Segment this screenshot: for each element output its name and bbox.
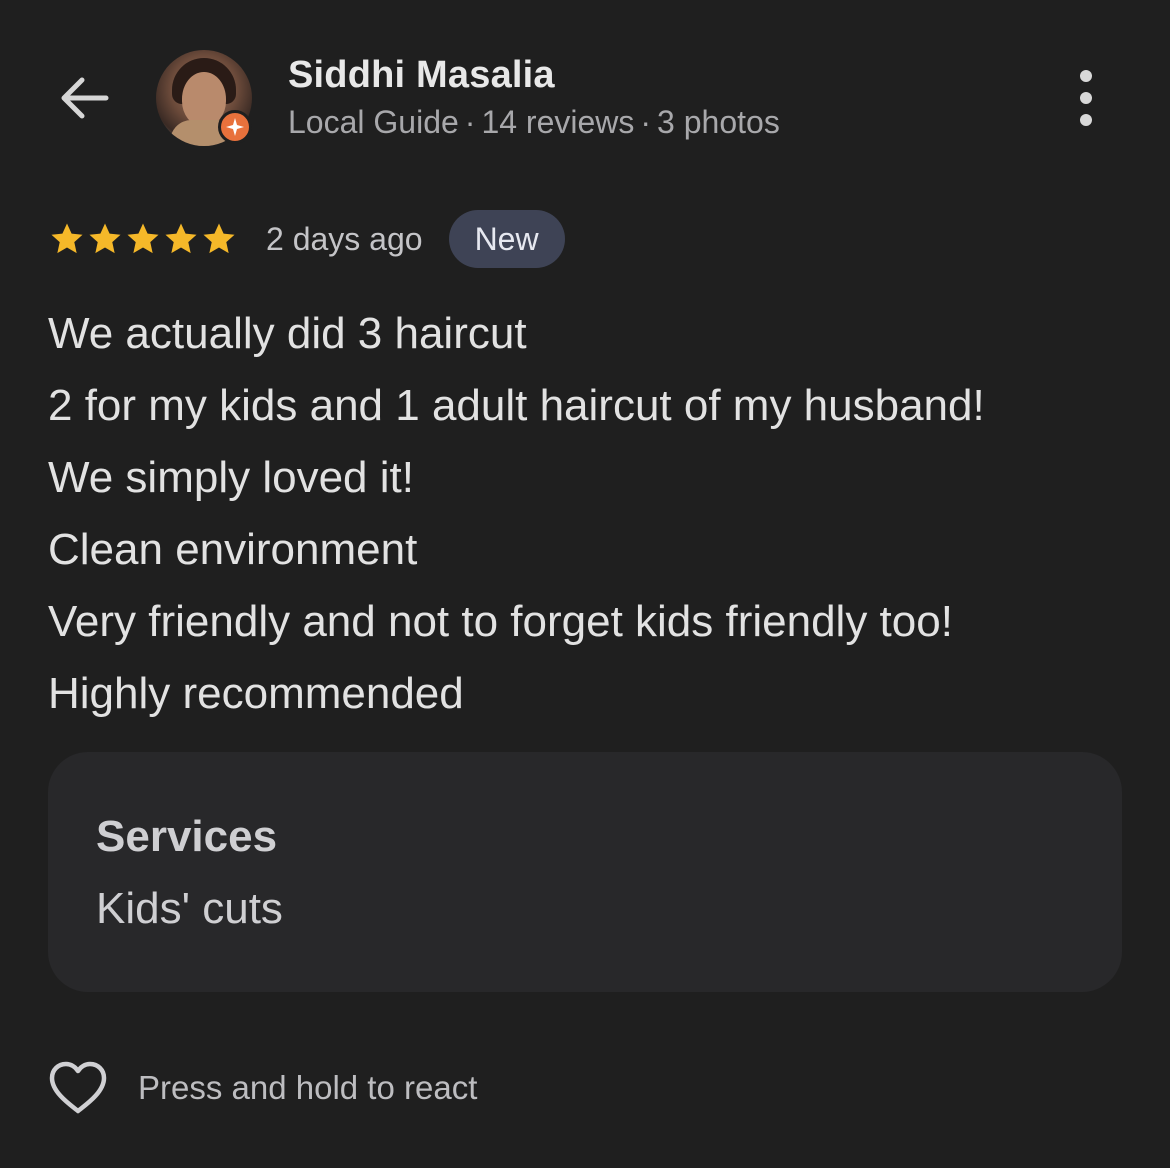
back-button[interactable] [52, 68, 116, 132]
reviewer-name[interactable]: Siddhi Masalia [288, 54, 555, 97]
review-text-line: Clean environment [48, 525, 418, 574]
heart-outline-icon [46, 1059, 110, 1117]
star-rating [48, 220, 238, 258]
rating-row: 2 days ago New [48, 208, 565, 270]
react-button[interactable]: Press and hold to react [46, 1058, 477, 1118]
review-text-line: Very friendly and not to forget kids fri… [48, 597, 953, 646]
arrow-back-icon [58, 76, 110, 125]
review-text-line: Highly recommended [48, 669, 464, 718]
meta-separator: · [464, 104, 476, 140]
local-guide-label: Local Guide [288, 104, 459, 140]
local-guide-star-icon [218, 110, 252, 144]
review-text-line: We actually did 3 haircut [48, 309, 527, 358]
more-options-button[interactable] [1060, 66, 1112, 130]
services-title: Services [96, 812, 278, 861]
more-vert-icon [1080, 70, 1092, 82]
services-value: Kids' cuts [96, 884, 283, 933]
star-icon [200, 220, 238, 258]
star-icon [48, 220, 86, 258]
star-icon [162, 220, 200, 258]
react-label: Press and hold to react [138, 1069, 478, 1106]
new-badge: New [448, 210, 565, 268]
services-card: Services Kids' cuts [48, 752, 1122, 992]
star-icon [86, 220, 124, 258]
review-time: 2 days ago [266, 220, 423, 257]
star-icon [124, 220, 162, 258]
meta-separator: · [640, 104, 652, 140]
review-body: We actually did 3 haircut 2 for my kids a… [48, 298, 1138, 730]
reviewer-meta: Local Guide · 14 reviews · 3 photos [288, 104, 780, 141]
review-text-line: We simply loved it! [48, 453, 414, 502]
photo-count: 3 photos [657, 104, 780, 140]
review-count: 14 reviews [481, 104, 635, 140]
review-text-line: 2 for my kids and 1 adult haircut of my … [48, 381, 985, 430]
